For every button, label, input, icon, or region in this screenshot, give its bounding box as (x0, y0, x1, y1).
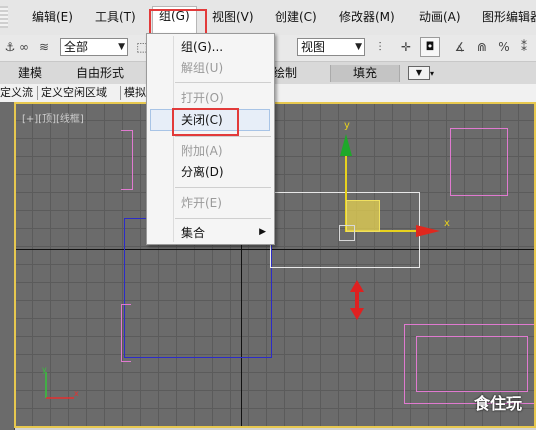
ribbon-dropdown-icon[interactable]: ▾ (430, 65, 434, 82)
menu-item-open[interactable]: 打开(O) (181, 88, 224, 108)
menu-tools[interactable]: 工具(T) (95, 8, 136, 26)
separator (37, 86, 38, 100)
magnet-icon[interactable]: ⋒ (474, 39, 490, 55)
reference-coord-value: 视图 (301, 40, 326, 54)
menu-edit[interactable]: 编辑(E) (32, 8, 73, 26)
unlink-icon[interactable]: ≋ (36, 39, 52, 55)
menu-separator (175, 218, 271, 219)
menu-item-group[interactable]: 组(G)... (181, 37, 223, 57)
selection-filter-select[interactable]: 全部 ▼ (60, 38, 128, 56)
viewport-label[interactable]: [+][顶][线框] (22, 110, 84, 125)
gizmo-x-arrow-icon[interactable] (416, 225, 440, 237)
svg-text:x: x (74, 389, 79, 398)
move-icon[interactable]: ✛ (398, 39, 414, 55)
menu-bar: 编辑(E) 工具(T) 组(G) 视图(V) 创建(C) 修改器(M) 动画(A… (0, 0, 536, 36)
spinner-snap-icon[interactable]: ⁑ (516, 39, 532, 55)
submenu-arrow-icon: ▶ (259, 227, 266, 237)
pink-rectangle-inner[interactable] (416, 336, 528, 392)
menu-separator (175, 82, 271, 83)
percent-icon[interactable]: % (496, 39, 512, 55)
svg-text:y: y (42, 365, 47, 374)
gizmo-y-label: y (344, 120, 350, 131)
viewport-left-strip (0, 102, 15, 430)
pivot-icon[interactable]: ⫶ (372, 39, 388, 55)
pink-bracket-left[interactable] (121, 130, 133, 190)
chevron-down-icon: ▼ (355, 42, 362, 52)
group-menu-dropdown: 组(G)... 解组(U) 打开(O) 关闭(C) 附加(A) 分离(D) 炸开… (146, 33, 275, 245)
red-move-arrow-icon (350, 280, 364, 320)
reference-coord-select[interactable]: 视图 ▼ (297, 38, 365, 56)
highlight-box-close-item (172, 108, 239, 136)
tab-modeling[interactable]: 建模 (18, 65, 42, 82)
separator (120, 86, 121, 100)
pink-rectangle[interactable] (450, 128, 508, 196)
menu-separator (175, 136, 271, 137)
menu-item-assembly[interactable]: 集合 (181, 223, 205, 243)
menu-graph-editors[interactable]: 图形编辑器 (482, 8, 536, 26)
menu-item-explode[interactable]: 炸开(E) (181, 193, 222, 213)
chevron-down-icon: ▼ (118, 42, 125, 52)
axis-tripod-icon: y x (42, 365, 79, 399)
snap-toggle-button[interactable]: ◘ (420, 37, 440, 57)
menu-animation[interactable]: 动画(A) (419, 8, 461, 26)
gizmo-center-box[interactable] (339, 225, 355, 241)
angle-snap-icon[interactable]: ∡ (452, 39, 468, 55)
simulate-button[interactable]: 模拟 (124, 85, 146, 101)
menu-separator (175, 187, 271, 188)
menu-modifiers[interactable]: 修改器(M) (339, 8, 395, 26)
watermark-text: 食住玩 (473, 394, 522, 413)
define-flows-button[interactable]: 定义流 (0, 85, 33, 101)
menu-grip[interactable] (0, 6, 8, 28)
top-viewport[interactable]: [+][顶][线框] y x y x 食住玩 (14, 102, 536, 428)
menu-item-attach[interactable]: 附加(A) (181, 141, 223, 161)
ribbon-options-icon[interactable]: ▼ (408, 66, 430, 80)
menu-item-ungroup[interactable]: 解组(U) (181, 58, 223, 78)
menu-item-detach[interactable]: 分离(D) (181, 162, 224, 182)
tab-populate[interactable]: 填充 (330, 65, 401, 82)
selection-filter-value: 全部 (64, 40, 89, 54)
tab-paint[interactable]: 绘制 (273, 65, 297, 82)
menu-view[interactable]: 视图(V) (212, 8, 254, 26)
define-idle-areas-button[interactable]: 定义空闲区域 (41, 85, 107, 101)
gizmo-x-label: x (444, 218, 450, 229)
link-icon[interactable]: ∞ (16, 39, 32, 55)
menu-create[interactable]: 创建(C) (275, 8, 317, 26)
pink-bracket-bottom[interactable] (121, 304, 131, 362)
tab-freeform[interactable]: 自由形式 (76, 65, 124, 82)
gizmo-y-arrow-icon[interactable] (340, 134, 352, 156)
menu-icon-gutter (173, 36, 174, 242)
